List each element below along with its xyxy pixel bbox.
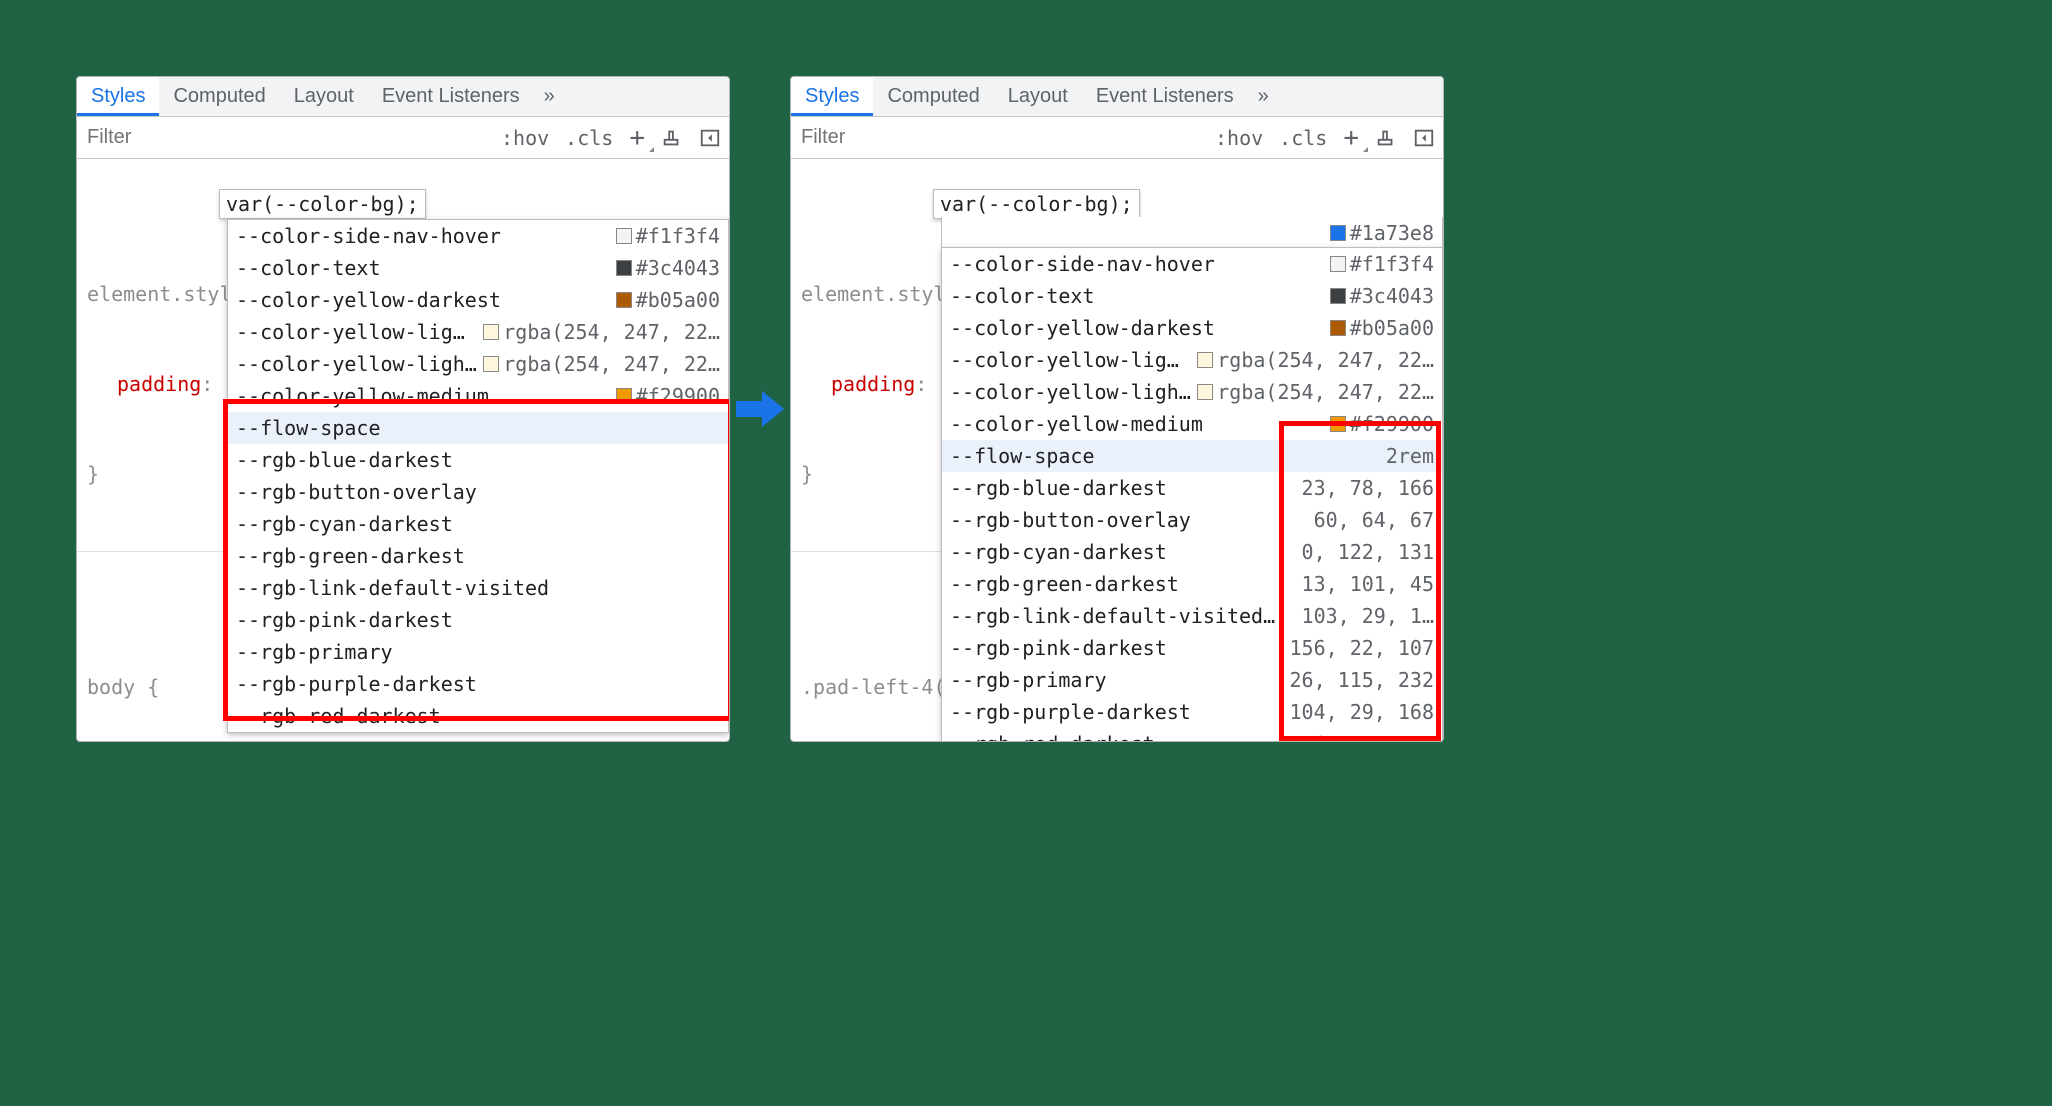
autocomplete-row[interactable]: --rgb-purple-darkest <box>228 668 728 700</box>
autocomplete-row[interactable]: --rgb-link-default-visited <box>228 572 728 604</box>
autocomplete-row[interactable]: --color-yellow-darkest#b05a00 <box>942 312 1442 344</box>
autocomplete-row[interactable]: --color-yellow-ligh…rgba(254, 247, 22… <box>942 376 1442 408</box>
devtools-panel-before: Styles Computed Layout Event Listeners »… <box>76 76 730 742</box>
rules-area: element.style { padding: } .pad-left-4( … <box>791 159 1443 741</box>
autocomplete-row[interactable]: --rgb-purple-darkest104, 29, 168 <box>942 696 1442 728</box>
tab-styles[interactable]: Styles <box>77 77 159 116</box>
filter-input[interactable] <box>791 118 1207 157</box>
cls-button[interactable]: .cls <box>1271 117 1335 158</box>
tabs-overflow-icon[interactable]: » <box>1248 77 1279 116</box>
autocomplete-row[interactable]: --color-yellow-darkest#b05a00 <box>228 284 728 316</box>
new-rule-button[interactable]: + <box>621 117 653 158</box>
tab-layout[interactable]: Layout <box>280 77 368 116</box>
autocomplete-row[interactable]: --rgb-link-default-visited…103, 29, 1… <box>942 600 1442 632</box>
filter-input[interactable] <box>77 118 493 157</box>
property-value-input[interactable]: var(--color-bg); <box>219 189 426 219</box>
autocomplete-row[interactable]: --color-text#3c4043 <box>942 280 1442 312</box>
property-value-input[interactable]: var(--color-bg); <box>933 189 1140 219</box>
toggle-pane-icon[interactable] <box>691 117 729 158</box>
tabs-overflow-icon[interactable]: » <box>534 77 565 116</box>
autocomplete-row[interactable]: --color-text#3c4043 <box>228 252 728 284</box>
tab-computed[interactable]: Computed <box>159 77 279 116</box>
hov-button[interactable]: :hov <box>493 117 557 158</box>
hov-button[interactable]: :hov <box>1207 117 1271 158</box>
autocomplete-row[interactable]: --color-side-nav-hover#f1f3f4 <box>228 220 728 252</box>
autocomplete-row[interactable]: --rgb-pink-darkest <box>228 604 728 636</box>
rules-area: element.style { padding: } body { min-he… <box>77 159 729 741</box>
arrow-icon <box>730 381 790 437</box>
brush-icon[interactable] <box>1367 117 1405 158</box>
autocomplete-row[interactable]: --rgb-red-darkest <box>228 700 728 732</box>
autocomplete-row[interactable]: --rgb-pink-darkest156, 22, 107 <box>942 632 1442 664</box>
tab-computed[interactable]: Computed <box>873 77 993 116</box>
tabs-bar: Styles Computed Layout Event Listeners » <box>77 77 729 117</box>
autocomplete-row[interactable]: --rgb-green-darkest13, 101, 45 <box>942 568 1442 600</box>
styles-toolbar: :hov .cls + <box>77 117 729 159</box>
autocomplete-popup[interactable]: --color-side-nav-hover#f1f3f4--color-tex… <box>227 219 729 733</box>
tab-styles[interactable]: Styles <box>791 77 873 116</box>
autocomplete-row[interactable]: --rgb-blue-darkest <box>228 444 728 476</box>
autocomplete-row[interactable]: --rgb-green-darkest <box>228 540 728 572</box>
autocomplete-row[interactable]: --color-side-nav-hover#f1f3f4 <box>942 248 1442 280</box>
devtools-panel-after: Styles Computed Layout Event Listeners »… <box>790 76 1444 742</box>
tab-event-listeners[interactable]: Event Listeners <box>368 77 534 116</box>
new-rule-button[interactable]: + <box>1335 117 1367 158</box>
styles-toolbar: :hov .cls + <box>791 117 1443 159</box>
autocomplete-row[interactable]: --color-yellow-medium#f29900 <box>228 380 728 412</box>
autocomplete-row[interactable]: --rgb-cyan-darkest0, 122, 131 <box>942 536 1442 568</box>
autocomplete-row[interactable]: --flow-space <box>228 412 728 444</box>
autocomplete-row[interactable]: --rgb-button-overlay <box>228 476 728 508</box>
autocomplete-row[interactable]: --rgb-red-darkest165, 14, 14 <box>942 728 1442 741</box>
autocomplete-row[interactable]: --rgb-button-overlay60, 64, 67 <box>942 504 1442 536</box>
cls-button[interactable]: .cls <box>557 117 621 158</box>
tabs-bar: Styles Computed Layout Event Listeners » <box>791 77 1443 117</box>
autocomplete-popup[interactable]: --color-side-nav-hover#f1f3f4--color-tex… <box>941 247 1443 741</box>
tab-event-listeners[interactable]: Event Listeners <box>1082 77 1248 116</box>
autocomplete-row[interactable]: --color-yellow-lig…rgba(254, 247, 22… <box>942 344 1442 376</box>
brush-icon[interactable] <box>653 117 691 158</box>
tab-layout[interactable]: Layout <box>994 77 1082 116</box>
autocomplete-row[interactable]: --color-yellow-lig…rgba(254, 247, 22… <box>228 316 728 348</box>
autocomplete-row[interactable]: --rgb-cyan-darkest <box>228 508 728 540</box>
color-swatch <box>1330 225 1346 241</box>
toggle-pane-icon[interactable] <box>1405 117 1443 158</box>
autocomplete-row[interactable]: --rgb-blue-darkest23, 78, 166 <box>942 472 1442 504</box>
autocomplete-row[interactable]: --rgb-primary26, 115, 232 <box>942 664 1442 696</box>
autocomplete-row[interactable]: --rgb-primary <box>228 636 728 668</box>
autocomplete-row[interactable]: --color-yellow-ligh…rgba(254, 247, 22… <box>228 348 728 380</box>
autocomplete-row[interactable]: --color-yellow-medium#f29900 <box>942 408 1442 440</box>
autocomplete-row[interactable]: --flow-space2rem <box>942 440 1442 472</box>
autocomplete-row-partial[interactable]: #1a73e8 <box>941 217 1443 249</box>
